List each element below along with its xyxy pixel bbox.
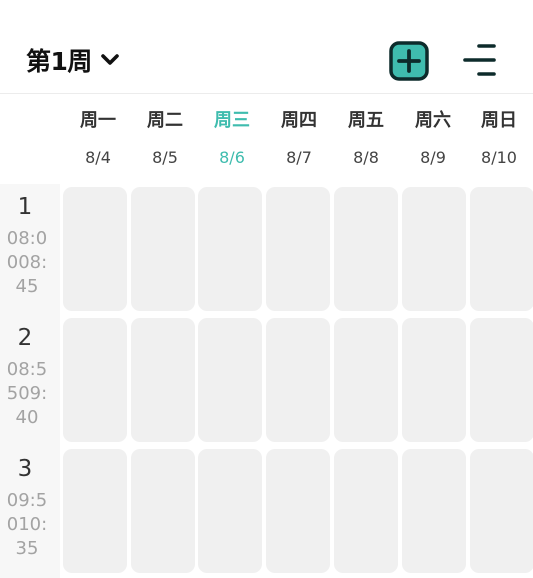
period-time: 08:0008:45 <box>6 228 48 297</box>
schedule-cell[interactable] <box>198 318 262 442</box>
day-header-thu: 周四 8/7 <box>266 100 332 175</box>
day-date: 8/9 <box>420 148 446 167</box>
day-date: 8/10 <box>481 148 517 167</box>
schedule-cell[interactable] <box>266 318 330 442</box>
header-divider <box>0 93 533 94</box>
day-name: 周六 <box>415 110 451 131</box>
schedule-cell[interactable] <box>334 187 398 311</box>
day-name: 周日 <box>481 110 517 131</box>
day-header-wed: 周三 8/6 <box>199 100 265 175</box>
week-selector[interactable]: 第1周 <box>26 42 120 78</box>
top-bar: 第1周 <box>0 0 533 94</box>
schedule-cell[interactable] <box>198 187 262 311</box>
day-name: 周一 <box>80 110 116 131</box>
schedule-cell[interactable] <box>402 187 466 311</box>
day-name: 周三 <box>214 110 250 131</box>
schedule-cell[interactable] <box>334 318 398 442</box>
schedule-cell[interactable] <box>402 318 466 442</box>
schedule-cell[interactable] <box>131 187 195 311</box>
period-number: 3 <box>17 456 33 482</box>
day-date: 8/8 <box>353 148 379 167</box>
schedule-cell[interactable] <box>470 449 533 573</box>
day-name: 周二 <box>147 110 183 131</box>
schedule-cell[interactable] <box>266 187 330 311</box>
day-header-tue: 周二 8/5 <box>132 100 198 175</box>
period-3: 3 09:5010:35 <box>0 446 60 572</box>
day-header-sun: 周日 8/10 <box>466 100 532 175</box>
period-number: 1 <box>17 194 33 220</box>
period-2: 2 08:5509:40 <box>0 315 60 441</box>
day-header-mon: 周一 8/4 <box>65 100 131 175</box>
week-title: 第1周 <box>26 47 92 76</box>
period-number: 2 <box>17 325 33 351</box>
period-1: 1 08:0008:45 <box>0 184 60 310</box>
schedule-cell[interactable] <box>470 187 533 311</box>
schedule-cell[interactable] <box>131 318 195 442</box>
period-time: 09:5010:35 <box>6 490 48 559</box>
schedule-cell[interactable] <box>198 449 262 573</box>
day-date: 8/6 <box>219 148 245 167</box>
schedule-cell[interactable] <box>402 449 466 573</box>
menu-button[interactable] <box>461 42 499 78</box>
day-date: 8/5 <box>152 148 178 167</box>
add-course-button[interactable] <box>389 41 429 81</box>
schedule-cell[interactable] <box>63 449 127 573</box>
chevron-down-icon <box>100 53 120 67</box>
day-name: 周五 <box>348 110 384 131</box>
day-header-fri: 周五 8/8 <box>333 100 399 175</box>
menu-lines-icon <box>463 44 496 76</box>
schedule-cell[interactable] <box>63 318 127 442</box>
schedule-cell[interactable] <box>63 187 127 311</box>
period-column: 1 08:0008:45 2 08:5509:40 3 09:5010:35 <box>0 184 60 578</box>
schedule-cell[interactable] <box>266 449 330 573</box>
schedule-cell[interactable] <box>334 449 398 573</box>
day-date: 8/4 <box>85 148 111 167</box>
day-name: 周四 <box>281 110 317 131</box>
schedule-cell[interactable] <box>131 449 195 573</box>
day-date: 8/7 <box>286 148 312 167</box>
plus-square-icon <box>389 41 429 81</box>
day-header-sat: 周六 8/9 <box>400 100 466 175</box>
period-time: 08:5509:40 <box>6 359 48 428</box>
schedule-cell[interactable] <box>470 318 533 442</box>
